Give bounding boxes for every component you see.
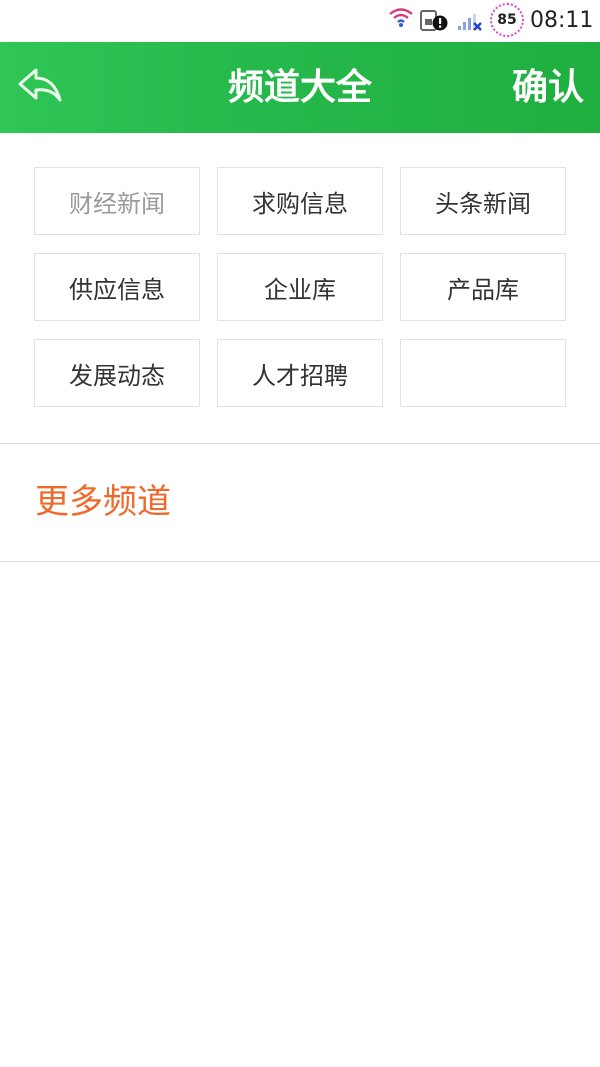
- clock: 08:11: [530, 8, 594, 33]
- more-channels-title: 更多频道: [35, 482, 171, 522]
- status-bar: 85 08:11: [0, 0, 600, 42]
- sim-alert-icon: [420, 10, 448, 31]
- more-channels-section: 更多频道: [0, 444, 600, 562]
- channel-item-chanpinku[interactable]: 产品库: [400, 253, 566, 321]
- wifi-icon: [389, 8, 413, 27]
- channel-item-qiugou[interactable]: 求购信息: [217, 167, 383, 235]
- channel-item-gongying[interactable]: 供应信息: [34, 253, 200, 321]
- battery-icon: 85: [490, 3, 524, 37]
- signal-icon: [458, 14, 482, 31]
- channel-grid: 财经新闻 求购信息 头条新闻 供应信息 企业库 产品库 发展动态 人才招聘: [0, 133, 600, 444]
- back-arrow-icon[interactable]: [14, 64, 64, 108]
- channel-item-rencai[interactable]: 人才招聘: [217, 339, 383, 407]
- confirm-button[interactable]: 确认: [512, 42, 584, 133]
- channel-item-empty[interactable]: [400, 339, 566, 407]
- channel-item-caijing: 财经新闻: [34, 167, 200, 235]
- page-title: 频道大全: [227, 67, 372, 108]
- channel-item-qiyeku[interactable]: 企业库: [217, 253, 383, 321]
- channel-item-toutiao[interactable]: 头条新闻: [400, 167, 566, 235]
- battery-level: 85: [497, 12, 517, 28]
- header-bar: 频道大全 确认: [0, 42, 600, 133]
- channel-item-fazhan[interactable]: 发展动态: [34, 339, 200, 407]
